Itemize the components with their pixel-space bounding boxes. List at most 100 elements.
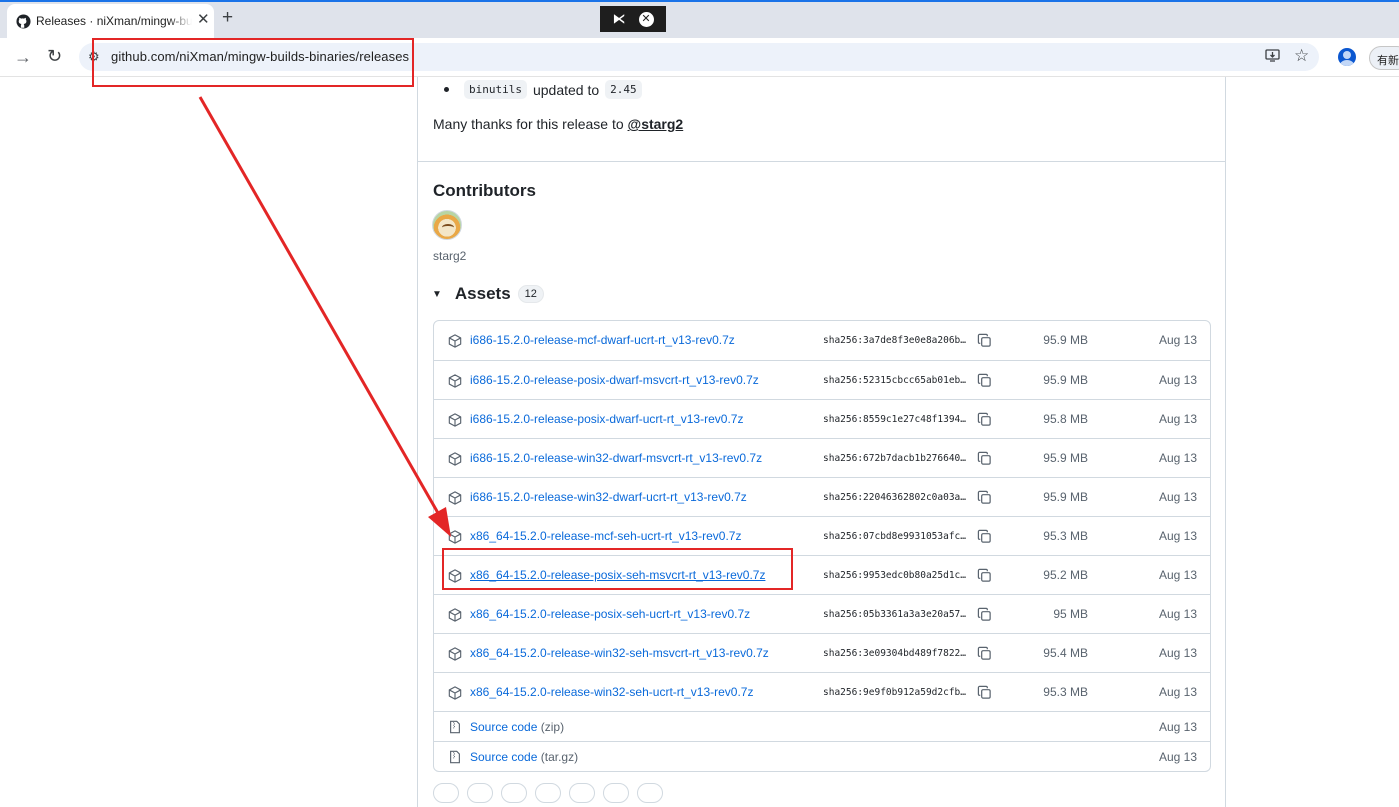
asset-sha256: sha256:3a7de8f3e0e8a206b… <box>823 335 966 346</box>
profile-avatar-icon[interactable] <box>1338 48 1356 66</box>
github-icon <box>16 14 31 29</box>
asset-size: 95.3 MB <box>1043 529 1088 543</box>
asset-size: 95.9 MB <box>1043 490 1088 504</box>
asset-download-link[interactable]: i686-15.2.0-release-posix-dwarf-msvcrt-r… <box>470 373 759 387</box>
source-code-ext[interactable]: (tar.gz) <box>541 750 578 764</box>
thanks-text: Many thanks for this release to <box>433 116 624 132</box>
bullet-text: updated to <box>532 81 600 98</box>
copy-icon[interactable] <box>977 529 992 544</box>
capture-close-icon[interactable]: ✕ <box>638 11 654 27</box>
new-tab-button[interactable]: + <box>222 8 233 28</box>
asset-date: Aug 13 <box>1158 607 1197 621</box>
asset-download-link[interactable]: x86_64-15.2.0-release-mcf-seh-ucrt-rt_v1… <box>470 529 741 543</box>
copy-icon[interactable] <box>977 685 992 700</box>
asset-download-link[interactable]: x86_64-15.2.0-release-win32-seh-msvcrt-r… <box>470 646 769 660</box>
copy-icon[interactable] <box>977 568 992 583</box>
add-reaction-button[interactable] <box>433 783 459 803</box>
package-icon <box>448 374 462 388</box>
asset-download-link[interactable]: i686-15.2.0-release-win32-dwarf-ucrt-rt_… <box>470 490 747 504</box>
assets-heading[interactable]: Assets <box>455 284 511 304</box>
tab-title: Releases · niXman/mingw-builds-binaries <box>36 14 192 28</box>
package-icon <box>448 530 462 544</box>
browser-tab-releases[interactable]: Releases · niXman/mingw-builds-binaries … <box>7 4 214 38</box>
release-note-bullet: binutils updated to 2.45 <box>444 80 642 99</box>
screen-capture-widget[interactable]: ⧔ ✕ <box>600 6 666 32</box>
reload-icon[interactable]: ↻ <box>47 46 62 67</box>
annotation-box-url <box>92 38 414 87</box>
source-code-label[interactable]: Source code <box>470 720 537 734</box>
asset-download-link[interactable]: i686-15.2.0-release-posix-dwarf-ucrt-rt_… <box>470 412 743 426</box>
bookmark-star-icon[interactable]: ☆ <box>1294 46 1309 66</box>
asset-size: 95.3 MB <box>1043 685 1088 699</box>
asset-size: 95.9 MB <box>1043 373 1088 387</box>
assets-toggle[interactable]: ▼ Assets 12 <box>432 284 544 304</box>
reaction-button[interactable] <box>603 783 629 803</box>
tab-close-icon[interactable]: ✕ <box>197 12 210 28</box>
source-code-link[interactable]: Source code (zip) <box>470 720 564 734</box>
capture-flag-icon[interactable]: ⧔ <box>613 11 626 27</box>
section-divider <box>418 161 1225 162</box>
annotation-box-asset <box>442 548 793 590</box>
reaction-button[interactable] <box>467 783 493 803</box>
copy-icon[interactable] <box>977 490 992 505</box>
asset-row: i686-15.2.0-release-posix-dwarf-ucrt-rt_… <box>434 399 1210 438</box>
contributor-name[interactable]: starg2 <box>433 249 466 263</box>
asset-date: Aug 13 <box>1158 529 1197 543</box>
asset-sha256: sha256:9e9f0b912a59d2cfb… <box>823 687 966 698</box>
package-icon <box>448 686 462 700</box>
asset-date: Aug 13 <box>1158 568 1197 582</box>
assets-list: i686-15.2.0-release-mcf-dwarf-ucrt-rt_v1… <box>433 320 1211 772</box>
inline-code-binutils: binutils <box>464 80 527 99</box>
asset-size: 95.4 MB <box>1043 646 1088 660</box>
source-code-ext[interactable]: (zip) <box>541 720 564 734</box>
contributors-heading: Contributors <box>433 181 536 200</box>
package-icon <box>448 608 462 622</box>
contributor-avatar[interactable] <box>432 210 462 240</box>
copy-icon[interactable] <box>977 412 992 427</box>
source-code-label[interactable]: Source code <box>470 750 537 764</box>
package-icon <box>448 334 462 348</box>
source-code-link[interactable]: Source code (tar.gz) <box>470 750 578 764</box>
source-code-row: Source code (tar.gz) Aug 13 <box>434 741 1210 771</box>
bullet-dot <box>444 87 449 92</box>
asset-size: 95.9 MB <box>1043 333 1088 347</box>
package-icon <box>448 452 462 466</box>
file-zip-icon <box>448 720 462 734</box>
copy-icon[interactable] <box>977 451 992 466</box>
copy-icon[interactable] <box>977 646 992 661</box>
asset-download-link[interactable]: i686-15.2.0-release-win32-dwarf-msvcrt-r… <box>470 451 762 465</box>
asset-date: Aug 13 <box>1158 451 1197 465</box>
asset-sha256: sha256:3e09304bd489f7822… <box>823 648 966 659</box>
mention-link[interactable]: @starg2 <box>628 116 684 132</box>
asset-row: i686-15.2.0-release-mcf-dwarf-ucrt-rt_v1… <box>434 321 1210 360</box>
reaction-button[interactable] <box>637 783 663 803</box>
reactions-bar <box>433 783 663 803</box>
inline-code-version: 2.45 <box>605 80 642 99</box>
asset-sha256: sha256:05b3361a3a3e20a57… <box>823 609 966 620</box>
asset-download-link[interactable]: x86_64-15.2.0-release-posix-seh-ucrt-rt_… <box>470 607 750 621</box>
tab-strip: Releases · niXman/mingw-builds-binaries … <box>0 0 1399 38</box>
asset-date: Aug 13 <box>1158 490 1197 504</box>
copy-icon[interactable] <box>977 607 992 622</box>
asset-date: Aug 13 <box>1158 373 1197 387</box>
window-top-edge <box>0 0 1399 2</box>
asset-date: Aug 13 <box>1158 720 1197 734</box>
asset-row: i686-15.2.0-release-win32-dwarf-ucrt-rt_… <box>434 477 1210 516</box>
asset-download-link[interactable]: i686-15.2.0-release-mcf-dwarf-ucrt-rt_v1… <box>470 333 735 347</box>
asset-date: Aug 13 <box>1158 412 1197 426</box>
install-app-icon[interactable] <box>1265 48 1280 63</box>
reaction-button[interactable] <box>501 783 527 803</box>
file-zip-icon <box>448 750 462 764</box>
asset-download-link[interactable]: x86_64-15.2.0-release-win32-seh-ucrt-rt_… <box>470 685 753 699</box>
browser-update-button[interactable]: 有新版本 <box>1369 46 1399 70</box>
copy-icon[interactable] <box>977 373 992 388</box>
caret-down-icon[interactable]: ▼ <box>432 289 442 300</box>
reaction-button[interactable] <box>569 783 595 803</box>
assets-count-badge: 12 <box>517 285 544 303</box>
asset-date: Aug 13 <box>1158 646 1197 660</box>
package-icon <box>448 647 462 661</box>
forward-arrow-icon[interactable]: → <box>14 47 32 68</box>
reaction-button[interactable] <box>535 783 561 803</box>
asset-row: i686-15.2.0-release-win32-dwarf-msvcrt-r… <box>434 438 1210 477</box>
copy-icon[interactable] <box>977 333 992 348</box>
